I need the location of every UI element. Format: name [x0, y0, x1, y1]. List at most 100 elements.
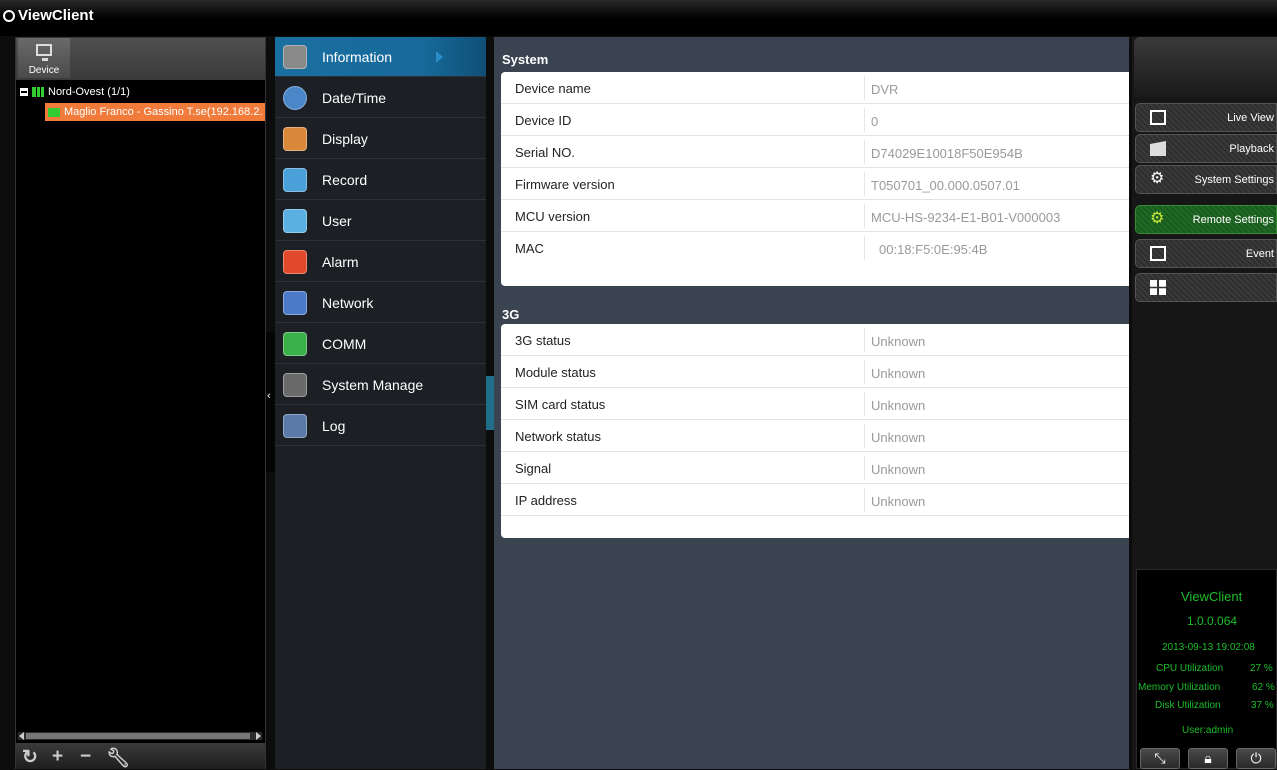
- add-icon[interactable]: +: [52, 746, 63, 768]
- table-row: MAC 00:18:F5:0E:95:4B: [501, 232, 1129, 264]
- row-separator: [864, 328, 865, 352]
- menu-item-alarm[interactable]: Alarm: [275, 242, 486, 282]
- event-label: Event: [1245, 248, 1274, 260]
- collapse-minus-icon[interactable]: [20, 88, 28, 97]
- playback-button[interactable]: Playback: [1135, 134, 1277, 163]
- menu-item-system-manage[interactable]: System Manage: [275, 365, 486, 405]
- network-icon: [283, 291, 307, 315]
- row-separator: [864, 392, 865, 416]
- power-icon[interactable]: ⏻: [1236, 748, 1276, 769]
- gear-icon: [283, 45, 307, 69]
- tree-root-node[interactable]: Nord-Ovest (1/1): [20, 86, 130, 100]
- table-row: Firmware version T050701_00.000.0507.01: [501, 168, 1129, 200]
- playback-icon: [1150, 141, 1166, 156]
- row-separator: [864, 172, 865, 196]
- remote-settings-button[interactable]: ⚙ Remote Settings: [1135, 205, 1277, 234]
- device-green-monitor-icon: [48, 107, 60, 117]
- menu-label: System Manage: [322, 377, 424, 393]
- table-row: Network status Unknown: [501, 420, 1129, 452]
- remote-settings-label: Remote Settings: [1192, 214, 1274, 226]
- active-arrow-icon: [436, 51, 443, 63]
- cpu-value: 27 %: [1250, 663, 1273, 674]
- event-button[interactable]: Event: [1135, 239, 1277, 268]
- menu-item-user[interactable]: User: [275, 201, 486, 241]
- minimize-window-icon[interactable]: ⤡: [1140, 748, 1180, 769]
- table-row: IP address Unknown: [501, 484, 1129, 516]
- row-key: Network status: [515, 429, 601, 444]
- live-view-button[interactable]: Live View: [1135, 103, 1277, 132]
- row-value: Unknown: [871, 366, 926, 381]
- menu-label: Alarm: [322, 254, 359, 270]
- row-key: Signal: [515, 461, 552, 476]
- tree-item-device[interactable]: Maglio Franco - Gassino T.se(192.168.2.: [45, 103, 265, 121]
- row-key: Serial NO.: [515, 145, 575, 160]
- row-separator: [864, 456, 865, 480]
- device-toolbar: ↻ + − 🔧︎: [16, 743, 265, 769]
- row-value: Unknown: [871, 494, 926, 509]
- row-separator: [864, 488, 865, 512]
- row-value: T050701_00.000.0507.01: [871, 178, 1020, 193]
- row-key: IP address: [515, 493, 577, 508]
- chevron-left-icon: ‹: [267, 390, 271, 402]
- menu-item-record[interactable]: Record: [275, 160, 486, 200]
- device-tab-button[interactable]: Device: [18, 38, 70, 78]
- memory-value: 62 %: [1252, 682, 1275, 693]
- horizontal-scrollbar[interactable]: [18, 732, 262, 740]
- layout-button[interactable]: [1135, 273, 1277, 302]
- scroll-right-arrow-icon[interactable]: [256, 732, 261, 740]
- alarm-icon: [283, 250, 307, 274]
- memory-label: Memory Utilization: [1138, 682, 1221, 693]
- comm-icon: [283, 332, 307, 356]
- row-key: Module status: [515, 365, 596, 380]
- system-card: Device name DVR Device ID 0 Serial NO. D740…: [501, 72, 1129, 286]
- menu-item-comm[interactable]: COMM: [275, 324, 486, 364]
- remove-icon[interactable]: −: [80, 746, 91, 768]
- log-icon: [283, 414, 307, 438]
- row-key: 3G status: [515, 333, 571, 348]
- collapse-menu-handle[interactable]: [486, 376, 494, 430]
- status-app-name: ViewClient: [1181, 589, 1243, 604]
- status-panel: ViewClient 1.0.0.064 2013-09-13 19:02:08…: [1136, 569, 1277, 769]
- menu-item-network[interactable]: Network: [275, 283, 486, 323]
- menu-item-display[interactable]: Display: [275, 119, 486, 159]
- row-value: Unknown: [871, 398, 926, 413]
- row-value: MCU-HS-9234-E1-B01-V000003: [871, 210, 1061, 225]
- menu-item-datetime[interactable]: Date/Time: [275, 78, 486, 118]
- lock-icon[interactable]: 🔒︎: [1188, 748, 1228, 769]
- row-separator: [864, 360, 865, 384]
- system-settings-button[interactable]: ⚙ System Settings: [1135, 165, 1277, 194]
- menu-item-information[interactable]: Information: [275, 37, 486, 77]
- user-icon: [283, 209, 307, 233]
- wrench-icon[interactable]: 🔧︎: [106, 746, 130, 770]
- row-separator: [864, 140, 865, 164]
- table-row: Device ID 0: [501, 104, 1129, 136]
- right-nav-panel: Live View Playback ⚙ System Settings ⚙ R…: [1132, 37, 1277, 769]
- disk-label: Disk Utilization: [1155, 700, 1221, 711]
- table-row: 3G status Unknown: [501, 324, 1129, 356]
- scroll-left-arrow-icon[interactable]: [19, 732, 24, 740]
- menu-item-log[interactable]: Log: [275, 406, 486, 446]
- refresh-icon[interactable]: ↻: [22, 746, 38, 769]
- row-key: MAC: [515, 241, 544, 256]
- row-key: Device name: [515, 81, 591, 96]
- table-row: Device name DVR: [501, 72, 1129, 104]
- right-panel-header: [1134, 37, 1277, 97]
- row-value: Unknown: [871, 334, 926, 349]
- row-value: 0: [871, 114, 879, 129]
- row-separator: [864, 76, 865, 100]
- playback-label: Playback: [1229, 143, 1274, 155]
- row-separator: [864, 204, 865, 228]
- table-row: Module status Unknown: [501, 356, 1129, 388]
- collapse-left-handle[interactable]: ‹: [266, 332, 275, 472]
- g3-card: 3G status Unknown Module status Unknown SI…: [501, 324, 1129, 538]
- device-monitor-icon: [36, 44, 52, 61]
- row-key: Firmware version: [515, 177, 615, 192]
- row-key: SIM card status: [515, 397, 606, 412]
- status-datetime: 2013-09-13 19:02:08: [1162, 642, 1255, 653]
- scroll-thumb[interactable]: [26, 733, 250, 739]
- app-title: ViewClient: [18, 7, 94, 24]
- app-logo-icon: [3, 10, 15, 22]
- live-view-label: Live View: [1227, 112, 1274, 124]
- tree-item-label: Maglio Franco - Gassino T.se(192.168.2.: [64, 106, 263, 118]
- row-value: DVR: [871, 82, 899, 97]
